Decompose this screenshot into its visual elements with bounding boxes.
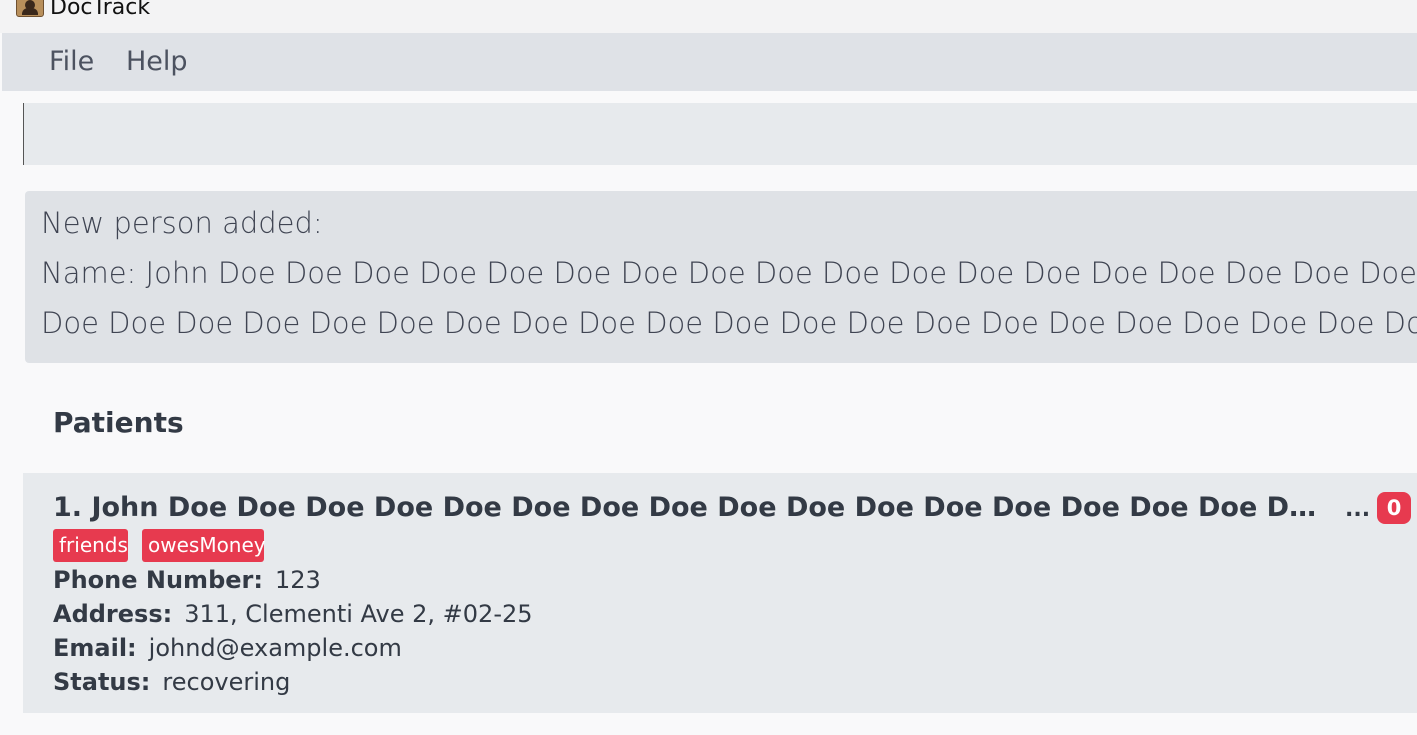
status-row: Status: recovering bbox=[53, 666, 290, 698]
patient-name: 1. John Doe Doe Doe Doe Doe Doe Doe Doe … bbox=[53, 492, 1321, 523]
more-indicator: ... bbox=[1345, 497, 1371, 522]
command-box bbox=[23, 103, 1417, 165]
patient-count-badge: 0 bbox=[1377, 492, 1411, 524]
status-value: recovering bbox=[162, 668, 291, 696]
status-label: Status: bbox=[53, 668, 151, 696]
result-display: New person added: Name: John Doe Doe Doe… bbox=[25, 191, 1417, 363]
address-label: Address: bbox=[53, 600, 173, 628]
phone-row: Phone Number: 123 bbox=[53, 564, 321, 596]
doctrack-window: DocTrack File Help New person added: Nam… bbox=[0, 0, 1417, 735]
email-value: johnd@example.com bbox=[148, 634, 402, 662]
title-bar: DocTrack bbox=[0, 0, 1417, 33]
address-value: 311, Clementi Ave 2, #02-25 bbox=[184, 600, 533, 628]
menu-bar: File Help bbox=[2, 33, 1417, 91]
command-input[interactable] bbox=[24, 103, 1417, 165]
result-message-line: New person added: bbox=[41, 206, 323, 240]
email-label: Email: bbox=[53, 634, 137, 662]
patient-card[interactable]: 1. John Doe Doe Doe Doe Doe Doe Doe Doe … bbox=[23, 473, 1417, 713]
result-message-line: Doe Doe Doe Doe Doe Doe Doe Doe Doe Doe … bbox=[41, 306, 1417, 340]
tag-owes-money: owesMoney bbox=[142, 529, 266, 562]
window-title: DocTrack bbox=[50, 0, 151, 20]
result-message-line: Name: John Doe Doe Doe Doe Doe Doe Doe D… bbox=[41, 256, 1417, 290]
patients-heading: Patients bbox=[53, 406, 184, 439]
email-row: Email: johnd@example.com bbox=[53, 632, 402, 664]
phone-value: 123 bbox=[274, 566, 321, 594]
app-icon bbox=[16, 0, 44, 17]
address-row: Address: 311, Clementi Ave 2, #02-25 bbox=[53, 598, 533, 630]
phone-label: Phone Number: bbox=[53, 566, 263, 594]
help-menu[interactable]: Help bbox=[126, 45, 188, 79]
file-menu[interactable]: File bbox=[49, 45, 94, 79]
tag-friends: friends bbox=[53, 529, 128, 562]
